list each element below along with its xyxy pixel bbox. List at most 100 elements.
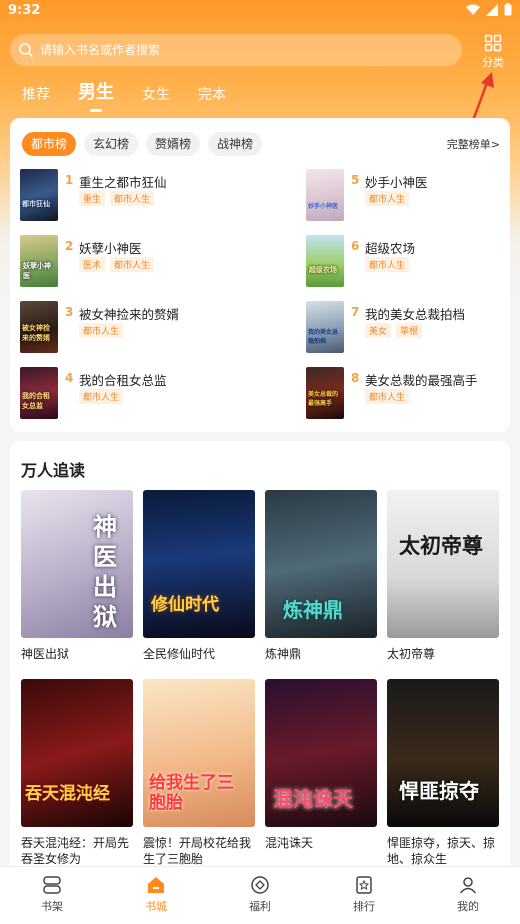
- cover-text: 给我生了三胞胎: [149, 773, 234, 813]
- rank-title: 超级农场: [365, 241, 416, 256]
- rank-item[interactable]: 我的美女总裁拍档 7 我的美女总裁拍档 美女 草根: [306, 301, 520, 355]
- cover-text: 神医出狱: [93, 513, 117, 631]
- book-name: 太初帝尊: [387, 647, 436, 661]
- status-time: 9:32: [8, 3, 41, 18]
- cover-text: 炼神鼎: [283, 598, 343, 622]
- tag: 草根: [396, 323, 423, 338]
- book-name: 全民修仙时代: [143, 647, 216, 661]
- book-card[interactable]: 混沌诛天 混沌诛天: [265, 679, 377, 851]
- cover-text: 超级农场: [309, 266, 337, 274]
- book-name: 悍匪掠夺，掠天、掠地、掠众生: [387, 836, 496, 866]
- rank-tabs: 都市榜 玄幻榜 赘婿榜 战神榜: [22, 132, 263, 156]
- book-card[interactable]: 吞天混沌经 吞天混沌经：开局先吞圣女修为: [21, 679, 133, 867]
- cover-text: 美女总裁的最强高手: [308, 391, 339, 407]
- cover-text: 混沌诛天: [273, 787, 353, 811]
- book-cover: 都市狂仙: [20, 169, 58, 221]
- book-cover: 神医出狱: [21, 490, 133, 638]
- book-card[interactable]: 给我生了三胞胎 震惊！开局校花给我生了三胞胎: [143, 679, 255, 867]
- book-cover: 给我生了三胞胎: [143, 679, 255, 827]
- top-tabs: 推荐 男生 女生 完本: [22, 78, 254, 104]
- cover-text: 悍匪掠夺: [399, 779, 479, 803]
- search-bar[interactable]: [10, 34, 462, 66]
- cover-text: 我的美女总裁拍档: [308, 329, 339, 345]
- nav-label: 排行: [353, 900, 375, 913]
- book-cover: 美女总裁的最强高手: [306, 367, 344, 419]
- book-cover: 悍匪掠夺: [387, 679, 499, 827]
- book-name: 吞天混沌经：开局先吞圣女修为: [21, 836, 130, 866]
- nav-bookshelf[interactable]: 书架: [0, 867, 104, 924]
- rank-tags: 都市人生: [365, 389, 410, 404]
- rank-tags: 都市人生: [79, 323, 124, 338]
- search-icon: [19, 43, 34, 58]
- rank-item[interactable]: 超级农场 6 超级农场 都市人生: [306, 235, 520, 289]
- book-cover: 修仙时代: [143, 490, 255, 638]
- rank-title: 我的合租女总监: [79, 373, 167, 388]
- cover-text: 修仙时代: [151, 595, 219, 615]
- tag: 都市人生: [365, 257, 410, 272]
- book-card[interactable]: 神医出狱 神医出狱: [21, 490, 133, 662]
- cover-text: 妖孽小神医: [23, 262, 51, 280]
- tag: 美女: [365, 323, 392, 338]
- rank-tab-fantasy[interactable]: 玄幻榜: [84, 132, 139, 156]
- book-card[interactable]: 悍匪掠夺 悍匪掠夺，掠天、掠地、掠众生: [387, 679, 499, 867]
- rank-item[interactable]: 都市狂仙 1 重生之都市狂仙 重生 都市人生: [20, 169, 250, 223]
- rank-number: 2: [65, 239, 74, 253]
- home-icon: [148, 877, 164, 893]
- search-input[interactable]: [40, 43, 420, 57]
- nav-profile[interactable]: 我的: [416, 867, 520, 924]
- tab-recommend[interactable]: 推荐: [22, 84, 50, 104]
- tab-male[interactable]: 男生: [78, 78, 114, 104]
- tag: 都市人生: [110, 257, 155, 272]
- rank-tab-city[interactable]: 都市榜: [22, 132, 77, 156]
- tab-female[interactable]: 女生: [142, 84, 170, 104]
- book-card[interactable]: 太初帝尊 太初帝尊: [387, 490, 499, 662]
- gift-icon: [251, 876, 269, 894]
- rank-item[interactable]: 美女总裁的最强高手 8 美女总裁的最强高手 都市人生: [306, 367, 520, 421]
- rank-tags: 都市人生: [79, 389, 124, 404]
- book-card[interactable]: 炼神鼎 炼神鼎: [265, 490, 377, 662]
- tab-completed[interactable]: 完本: [198, 84, 226, 104]
- rank-tags: 医术 都市人生: [79, 257, 155, 272]
- book-cover: 太初帝尊: [387, 490, 499, 638]
- tag: 都市人生: [365, 191, 410, 206]
- wifi-icon: [466, 4, 480, 15]
- book-cover: 我的合租女总监: [20, 367, 58, 419]
- rank-tags: 美女 草根: [365, 323, 423, 338]
- tag: 重生: [79, 191, 106, 206]
- category-button[interactable]: 分类: [478, 34, 508, 69]
- trending-section: 万人追读 神医出狱 神医出狱 修仙时代 全民修仙时代 炼神鼎 炼神鼎 太初帝尊 …: [10, 441, 510, 871]
- book-cover: 吞天混沌经: [21, 679, 133, 827]
- nav-welfare[interactable]: 福利: [208, 867, 312, 924]
- book-cover: 超级农场: [306, 235, 344, 287]
- book-name: 混沌诛天: [265, 836, 314, 850]
- rank-item[interactable]: 妙手小神医 5 妙手小神医 都市人生: [306, 169, 520, 223]
- rank-item[interactable]: 被女神捡来的赘婿 3 被女神捡来的赘婿 都市人生: [20, 301, 250, 355]
- book-cover: 混沌诛天: [265, 679, 377, 827]
- book-cover: 被女神捡来的赘婿: [20, 301, 58, 353]
- grid-icon: [484, 34, 502, 52]
- rank-number: 1: [65, 173, 74, 187]
- rank-title: 我的美女总裁拍档: [365, 307, 466, 322]
- rank-title: 被女神捡来的赘婿: [79, 307, 180, 322]
- book-card[interactable]: 修仙时代 全民修仙时代: [143, 490, 255, 662]
- nav-ranking[interactable]: 排行: [312, 867, 416, 924]
- rank-tab-wargod[interactable]: 战神榜: [208, 132, 263, 156]
- rank-title: 重生之都市狂仙: [79, 175, 167, 190]
- tag: 医术: [79, 257, 106, 272]
- rank-number: 7: [351, 305, 360, 319]
- tag: 都市人生: [365, 389, 410, 404]
- status-icons: [466, 3, 512, 16]
- bookshelf-icon: [43, 876, 61, 894]
- ranking-icon: [356, 876, 372, 894]
- nav-label: 书城: [145, 900, 167, 913]
- book-name: 炼神鼎: [265, 647, 302, 661]
- rank-tab-sonlaw[interactable]: 赘婿榜: [146, 132, 201, 156]
- nav-bookstore[interactable]: 书城: [104, 867, 208, 924]
- tag: 都市人生: [79, 323, 124, 338]
- book-cover: 我的美女总裁拍档: [306, 301, 344, 353]
- rank-title: 美女总裁的最强高手: [365, 373, 478, 388]
- rank-tags: 都市人生: [365, 191, 410, 206]
- rank-item[interactable]: 我的合租女总监 4 我的合租女总监 都市人生: [20, 367, 250, 421]
- full-list-link[interactable]: 完整榜单>: [447, 136, 500, 152]
- rank-item[interactable]: 妖孽小神医 2 妖孽小神医 医术 都市人生: [20, 235, 250, 289]
